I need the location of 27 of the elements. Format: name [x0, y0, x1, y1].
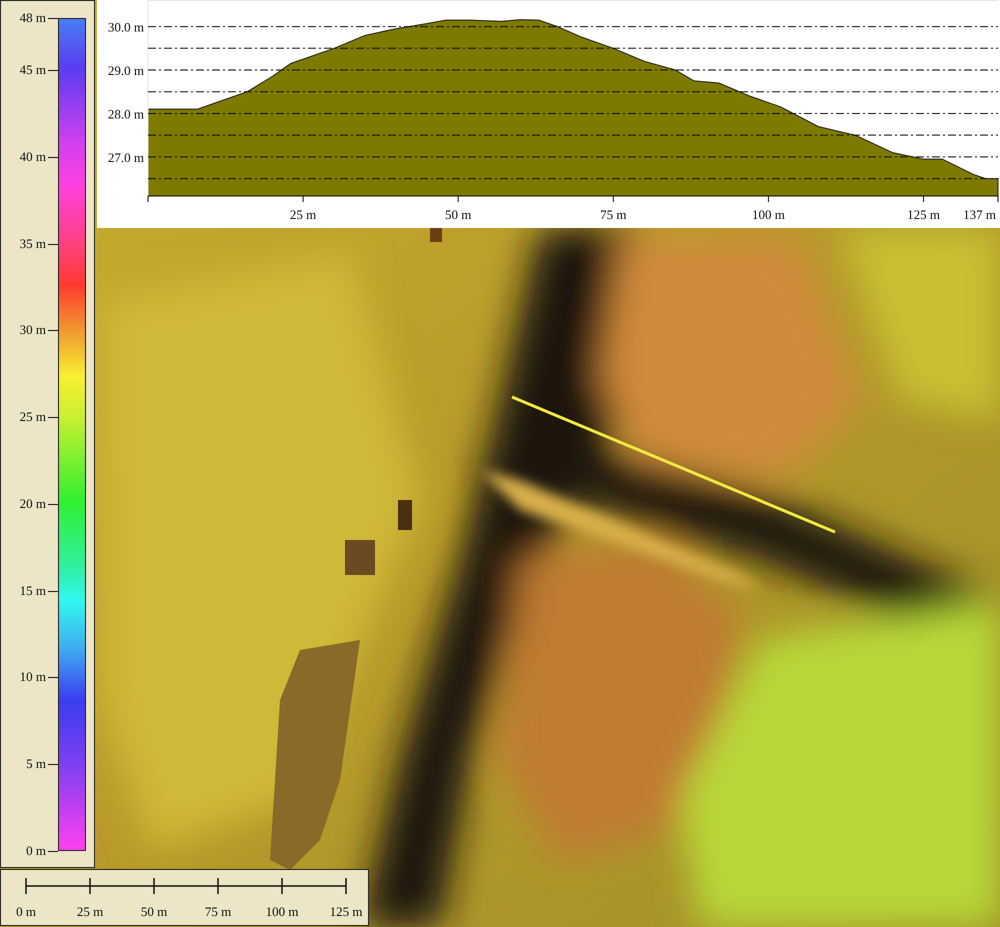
legend-label: 45 m [20, 62, 46, 78]
y-tick-label: 28.0 m [108, 106, 144, 122]
scale-label: 100 m [266, 904, 298, 919]
legend-label: 30 m [20, 322, 46, 338]
x-tick-label: 100 m [752, 207, 785, 222]
scale-label: 25 m [76, 904, 104, 919]
x-tick-label: 50 m [445, 207, 472, 222]
legend-label: 25 m [20, 409, 46, 426]
x-tick-label: 137 m [963, 207, 996, 222]
legend-label: 15 m [20, 582, 46, 599]
scale-label: 125 m [330, 904, 362, 919]
x-tick-label: 125 m [907, 207, 940, 222]
y-tick-label: 27.0 m [108, 150, 144, 165]
y-tick-label: 29.0 m [108, 63, 144, 78]
legend-label: 0 m [26, 842, 46, 859]
scale-label: 50 m [140, 904, 168, 919]
scale-label: 75 m [204, 904, 232, 919]
x-tick-label: 75 m [600, 207, 627, 222]
legend-label: 35 m [20, 236, 46, 252]
y-tick-label: 30.0 m [108, 20, 144, 35]
legend-label: 20 m [20, 496, 46, 512]
legend-label: 40 m [20, 148, 46, 165]
legend-label: 10 m [20, 669, 46, 686]
x-tick-label: 25 m [290, 207, 316, 222]
scale-label: 0 m [16, 904, 36, 919]
legend-label: 5 m [26, 756, 46, 772]
legend-label: 48 m [20, 10, 46, 26]
